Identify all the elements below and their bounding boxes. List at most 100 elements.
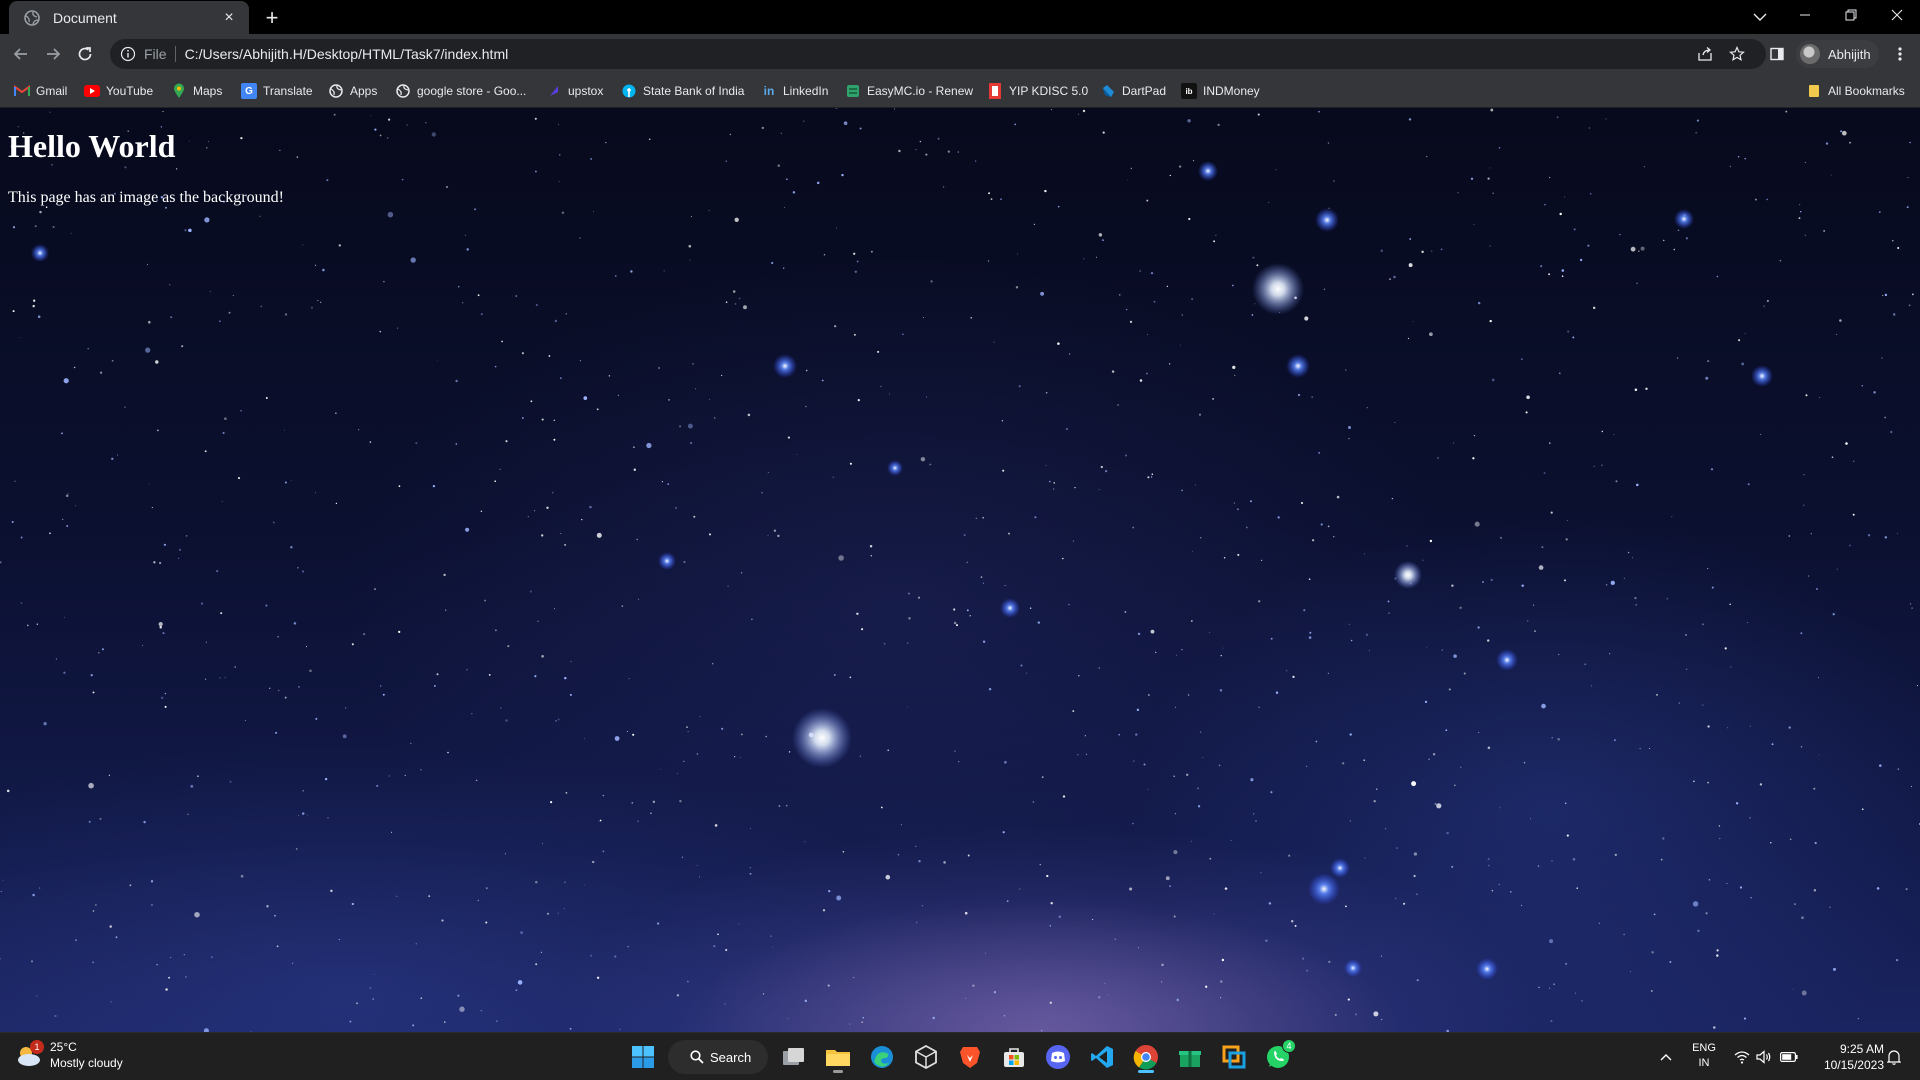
- star: [388, 118, 391, 121]
- language-indicator[interactable]: ENG IN: [1688, 1041, 1720, 1071]
- close-tab-icon[interactable]: ×: [219, 8, 239, 28]
- star: [975, 517, 977, 519]
- star: [1380, 249, 1384, 253]
- bookmark-star-button[interactable]: [1722, 39, 1752, 69]
- profile-button[interactable]: Abhijith: [1796, 40, 1879, 68]
- star: [859, 127, 862, 130]
- discord-button[interactable]: [1040, 1039, 1076, 1075]
- star: [101, 648, 104, 651]
- star: [374, 588, 376, 590]
- bright-star: [1394, 561, 1422, 589]
- close-window-button[interactable]: [1874, 0, 1920, 30]
- minimize-button[interactable]: [1782, 0, 1828, 30]
- menu-button[interactable]: [1886, 40, 1914, 68]
- star: [958, 761, 960, 763]
- info-icon[interactable]: [120, 46, 136, 62]
- unity-button[interactable]: [908, 1039, 944, 1075]
- new-tab-button[interactable]: +: [258, 4, 286, 32]
- star: [1882, 294, 1884, 297]
- star: [1053, 482, 1055, 484]
- star: [1853, 460, 1855, 462]
- whatsapp-button[interactable]: 4: [1260, 1039, 1296, 1075]
- show-hidden-icons-button[interactable]: [1656, 1043, 1676, 1071]
- star: [298, 815, 300, 817]
- star: [1082, 109, 1086, 113]
- vscode-button[interactable]: [1084, 1039, 1120, 1075]
- star: [1836, 333, 1838, 335]
- star: [738, 923, 740, 925]
- start-button[interactable]: [625, 1039, 661, 1075]
- weather-widget[interactable]: 1 25°C Mostly cloudy: [14, 1039, 123, 1071]
- star: [747, 413, 751, 417]
- star: [1441, 649, 1444, 651]
- file-explorer-button[interactable]: [820, 1039, 856, 1075]
- volume-button[interactable]: [1754, 1043, 1774, 1071]
- bookmark-sbi[interactable]: State Bank of India: [621, 81, 744, 101]
- microsoft-store-button[interactable]: [996, 1039, 1032, 1075]
- star: [1581, 999, 1583, 1002]
- share-button[interactable]: [1690, 39, 1720, 69]
- star: [441, 919, 444, 922]
- bookmark-upstox[interactable]: upstox: [546, 81, 603, 101]
- tab-search-button[interactable]: [1746, 4, 1774, 30]
- bookmark-indmoney[interactable]: ib INDMoney: [1181, 81, 1260, 101]
- system-clock[interactable]: 9:25 AM 10/15/2023: [1808, 1041, 1884, 1073]
- reload-button[interactable]: [71, 40, 99, 68]
- star: [1169, 174, 1171, 177]
- battery-button[interactable]: [1778, 1043, 1800, 1071]
- bookmark-yip[interactable]: YIP KDISC 5.0: [987, 81, 1088, 101]
- star: [471, 713, 473, 715]
- star: [410, 742, 412, 745]
- all-bookmarks-button[interactable]: All Bookmarks: [1806, 81, 1905, 101]
- chrome-button[interactable]: [1128, 1039, 1164, 1075]
- forward-button[interactable]: [39, 40, 67, 68]
- taskbar-search[interactable]: Search: [668, 1040, 768, 1074]
- wifi-button[interactable]: [1732, 1043, 1752, 1071]
- bookmark-youtube[interactable]: YouTube: [84, 81, 153, 101]
- restore-icon: [1845, 9, 1857, 21]
- star: [425, 121, 427, 124]
- star: [1492, 192, 1494, 194]
- gift-app-button[interactable]: [1172, 1039, 1208, 1075]
- bookmark-gmail[interactable]: Gmail: [14, 81, 67, 101]
- notifications-button[interactable]: [1884, 1043, 1904, 1071]
- tab-document[interactable]: Document ×: [9, 1, 249, 34]
- star: [1224, 887, 1228, 890]
- office-app-button[interactable]: [1216, 1039, 1252, 1075]
- brave-button[interactable]: [952, 1039, 988, 1075]
- star: [1473, 434, 1476, 437]
- star: [596, 976, 600, 980]
- restore-button[interactable]: [1828, 0, 1874, 30]
- star: [894, 108, 895, 110]
- star: [99, 817, 102, 820]
- bookmark-google-store[interactable]: google store - Goo...: [395, 81, 526, 101]
- star: [43, 722, 47, 726]
- star: [1605, 584, 1608, 586]
- side-panel-button[interactable]: [1762, 39, 1792, 69]
- star: [1737, 155, 1740, 158]
- url-text[interactable]: C:/Users/Abhijith.H/Desktop/HTML/Task7/i…: [185, 46, 509, 62]
- bookmark-translate[interactable]: G Translate: [241, 81, 313, 101]
- star: [849, 1023, 851, 1025]
- bookmark-apps[interactable]: Apps: [328, 81, 377, 101]
- star: [505, 719, 508, 722]
- star: [1685, 668, 1688, 671]
- bookmark-easymc[interactable]: EasyMC.io - Renew: [845, 81, 973, 101]
- yip-icon: [987, 83, 1003, 99]
- star: [305, 646, 308, 648]
- back-button[interactable]: [7, 40, 35, 68]
- bookmark-dartpad[interactable]: DartPad: [1100, 81, 1166, 101]
- star: [841, 173, 844, 177]
- bookmark-maps[interactable]: Maps: [171, 81, 222, 101]
- star: [1696, 119, 1699, 122]
- star: [1800, 746, 1803, 748]
- star: [1448, 688, 1451, 691]
- star: [1256, 264, 1259, 267]
- task-view-button[interactable]: [776, 1039, 812, 1075]
- star: [1474, 521, 1480, 527]
- bookmark-linkedin[interactable]: in LinkedIn: [761, 81, 829, 101]
- star: [175, 168, 178, 170]
- address-bar[interactable]: File C:/Users/Abhijith.H/Desktop/HTML/Ta…: [110, 39, 1766, 69]
- star: [535, 170, 537, 173]
- edge-button[interactable]: [864, 1039, 900, 1075]
